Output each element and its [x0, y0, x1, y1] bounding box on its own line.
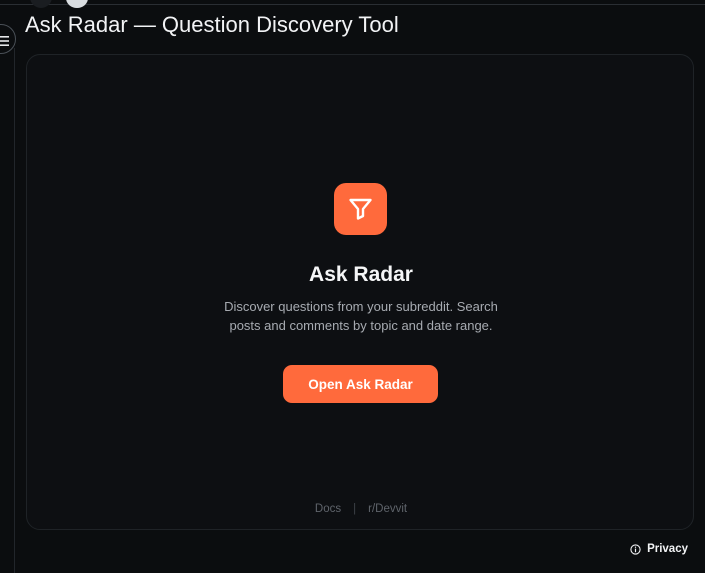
page-title: Ask Radar — Question Discovery Tool — [25, 12, 399, 37]
app-card: Ask Radar Discover questions from your s… — [26, 54, 694, 530]
open-ask-radar-button[interactable]: Open Ask Radar — [283, 365, 438, 403]
docs-link[interactable]: Docs — [315, 503, 341, 515]
avatar[interactable] — [66, 0, 88, 8]
funnel-filter-icon — [349, 198, 372, 220]
top-border — [0, 4, 705, 5]
footer-separator: | — [353, 503, 357, 515]
card-footer: Docs | r/Devvit — [27, 503, 695, 515]
left-rail-divider — [14, 48, 15, 573]
devvit-link[interactable]: r/Devvit — [368, 503, 407, 515]
avatar[interactable] — [30, 0, 52, 8]
app-description: Discover questions from your subreddit. … — [224, 299, 498, 333]
privacy-link[interactable]: Privacy — [630, 543, 688, 555]
info-icon — [630, 543, 641, 555]
app-name: Ask Radar — [309, 263, 413, 286]
privacy-label: Privacy — [647, 543, 688, 555]
app-icon-tile — [334, 183, 387, 235]
page: Ask Radar — Question Discovery Tool Ask … — [0, 0, 705, 573]
hamburger-menu-icon — [0, 34, 11, 46]
